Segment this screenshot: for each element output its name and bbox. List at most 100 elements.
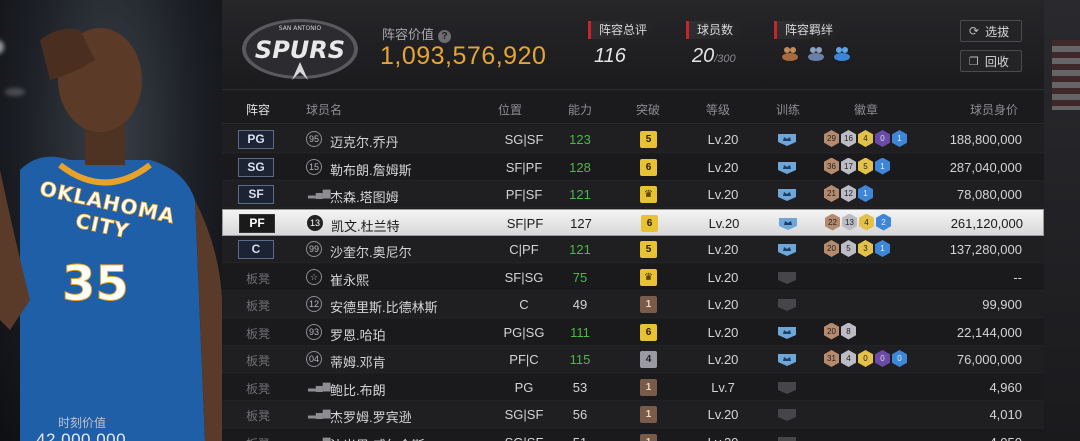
training-crown-icon[interactable] <box>776 353 798 367</box>
col-position[interactable]: 位置 <box>498 101 522 118</box>
badge-silver-icon: 17 <box>841 157 856 175</box>
player-name[interactable]: 杰森.塔图姆 <box>330 187 399 206</box>
player-name[interactable]: 沙米恩.威尔金斯 <box>330 435 425 441</box>
breakthrough-badge: 1 <box>640 296 657 313</box>
table-row[interactable]: PG 95 迈克尔.乔丹 SG|SF 123 5 Lv.20 29 16 4 0 1 188,800,… <box>222 126 1044 153</box>
bond-group-icon[interactable] <box>780 45 800 61</box>
badge-bronze-icon: 21 <box>824 185 839 202</box>
badge-silver-icon: 4 <box>841 350 856 367</box>
badge-group: 31 4 0 0 0 <box>824 350 907 367</box>
training-empty-icon[interactable] <box>776 408 798 422</box>
training-crown-icon[interactable] <box>777 217 799 231</box>
badge-gold-icon: 3 <box>858 240 873 257</box>
badge-purple-icon: 0 <box>875 350 890 367</box>
badge-group: 21 12 1 <box>824 185 873 202</box>
col-level[interactable]: 等级 <box>706 101 730 118</box>
badge-gold-icon: 4 <box>858 130 873 147</box>
table-row[interactable]: SG 15 勒布朗.詹姆斯 SF|PF 128 6 Lv.20 36 17 5 1 287,040,… <box>222 153 1044 181</box>
player-name[interactable]: 安德里斯.比德林斯 <box>330 297 438 316</box>
training-empty-icon[interactable] <box>776 381 798 395</box>
player-name[interactable]: 凯文.杜兰特 <box>331 216 400 235</box>
player-position: PF|C <box>509 352 539 367</box>
lineup-slot[interactable]: PF <box>239 213 275 233</box>
lineup-slot[interactable]: SF <box>238 185 274 204</box>
player-position: SF|PF <box>506 215 544 231</box>
table-row[interactable]: 板凳 ▂▄▆沙米恩.威尔金斯 SG|SF 51 1 Lv.20 4,050 <box>222 428 1044 441</box>
total-value: 1,093,576,920 <box>380 42 547 70</box>
player-count-label: 球员数 <box>686 21 746 39</box>
col-breakthrough[interactable]: 突破 <box>636 101 660 118</box>
bond-group-icon[interactable] <box>832 45 852 61</box>
badge-bronze-icon: 20 <box>824 240 839 257</box>
training-crown-icon[interactable] <box>776 243 798 257</box>
lineup-slot[interactable]: SG <box>238 157 274 177</box>
player-name[interactable]: 崔永熙 <box>330 270 369 289</box>
jersey-number: 35 <box>62 256 130 313</box>
bond-icons[interactable] <box>780 45 852 61</box>
player-position: SF|PF <box>505 159 543 175</box>
select-button[interactable]: ⟳ 选拔 <box>960 20 1022 42</box>
col-lineup[interactable]: 阵容 <box>246 101 270 118</box>
col-salary[interactable]: 球员身价 <box>970 101 1018 118</box>
player-name[interactable]: 杰罗姆.罗宾逊 <box>330 407 412 426</box>
badge-silver-icon: 8 <box>841 322 856 340</box>
player-count: 20/300 <box>692 45 736 68</box>
table-row[interactable]: 板凳 04 蒂姆.邓肯 PF|C 115 4 Lv.20 31 4 0 0 0 76,000,000 <box>222 346 1044 373</box>
table-row[interactable]: 板凳 ☆ 崔永熙 SF|SG 75 ♛ Lv.20 -- <box>222 263 1044 291</box>
lineup-panel: SAN ANTONIO SPURS 阵容价值? 1,093,576,920 阵容… <box>222 0 1044 441</box>
col-ability[interactable]: 能力 <box>568 101 592 118</box>
player-count-max: /300 <box>714 53 736 65</box>
player-level: Lv.20 <box>707 269 739 285</box>
player-name[interactable]: 鲍比.布朗 <box>330 380 386 399</box>
training-crown-icon[interactable] <box>776 161 798 175</box>
bench-label: 板凳 <box>246 326 271 341</box>
breakthrough-badge: 1 <box>640 378 657 396</box>
background-strip <box>1044 0 1080 441</box>
badge-blue-icon: 1 <box>858 185 873 202</box>
breakthrough-badge: 4 <box>640 351 657 368</box>
table-row[interactable]: SF ▂▄▆ 杰森.塔图姆 PF|SF 121 ♛ Lv.20 21 12 1 78,080,00… <box>222 181 1044 208</box>
lineup-slot[interactable]: PG <box>238 130 274 149</box>
player-name[interactable]: 勒布朗.詹姆斯 <box>330 160 412 179</box>
table-row[interactable]: 板凳 12 安德里斯.比德林斯 C 49 1 Lv.20 99,900 <box>222 291 1044 318</box>
training-empty-icon[interactable] <box>776 436 798 441</box>
training-crown-icon[interactable] <box>776 133 798 147</box>
player-ability: 127 <box>570 215 592 231</box>
lineup-slot[interactable]: C <box>238 240 274 259</box>
select-button-label: 选拔 <box>985 24 1010 39</box>
col-name[interactable]: 球员名 <box>306 101 342 118</box>
player-level: Lv.20 <box>707 159 739 175</box>
col-badges[interactable]: 徽章 <box>854 101 878 118</box>
bond-group-icon[interactable] <box>806 45 826 61</box>
rating-value: 116 <box>594 45 626 67</box>
player-salary: 4,010 <box>989 407 1022 422</box>
player-ability: 111 <box>570 324 590 340</box>
spurs-logo-icon: SAN ANTONIO SPURS <box>242 19 358 80</box>
moment-value-label: 时刻价值 <box>58 416 107 430</box>
player-name[interactable]: 迈克尔.乔丹 <box>330 132 399 151</box>
player-level: Lv.20 <box>707 324 739 340</box>
badge-blue-icon: 1 <box>875 157 890 175</box>
player-name[interactable]: 沙奎尔.奥尼尔 <box>330 242 412 261</box>
table-row[interactable]: 板凳 ▂▄▆ 鲍比.布朗 PG 53 1 Lv.7 4,960 <box>222 373 1044 401</box>
col-training[interactable]: 训练 <box>776 101 800 118</box>
recycle-button[interactable]: ❐ 回收 <box>960 50 1022 72</box>
training-crown-icon[interactable] <box>776 188 798 202</box>
player-position: SF|SG <box>504 269 544 285</box>
recycle-button-label: 回收 <box>984 54 1009 69</box>
player-salary: 76,000,000 <box>956 352 1022 367</box>
player-name[interactable]: 蒂姆.邓肯 <box>330 352 386 371</box>
table-row[interactable]: PF 13 凯文.杜兰特 SF|PF 127 6 Lv.20 22 13 4 2 261,120,0… <box>222 208 1044 236</box>
player-salary: 22,144,000 <box>956 324 1022 340</box>
table-row[interactable]: 板凳 93 罗恩.哈珀 PG|SG 111 6 Lv.20 20 8 22,144,000 <box>222 318 1044 346</box>
player-level: Lv.20 <box>707 352 739 367</box>
player-name[interactable]: 罗恩.哈珀 <box>330 325 386 344</box>
training-empty-icon[interactable] <box>776 298 798 312</box>
table-row[interactable]: 板凳 ▂▄▆ 杰罗姆.罗宾逊 SG|SF 56 1 Lv.20 4,010 <box>222 401 1044 428</box>
bench-label: 板凳 <box>246 271 271 286</box>
training-crown-icon[interactable] <box>776 326 798 340</box>
training-empty-icon[interactable] <box>776 271 798 285</box>
player-position: SG|SF <box>504 132 544 147</box>
lineup-header: SAN ANTONIO SPURS 阵容价值? 1,093,576,920 阵容… <box>222 0 1044 90</box>
table-row[interactable]: C 99 沙奎尔.奥尼尔 C|PF 121 5 Lv.20 20 5 3 1 137,280,000 <box>222 236 1044 263</box>
